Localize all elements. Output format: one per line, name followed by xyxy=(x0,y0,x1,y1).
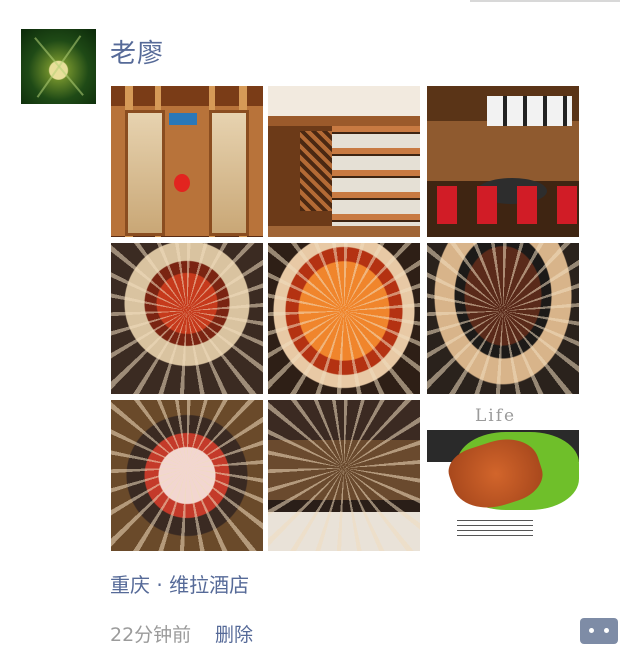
red-chairs xyxy=(437,186,577,224)
skewers xyxy=(427,243,579,394)
photo-bbq-grill-5[interactable] xyxy=(268,400,420,551)
photo-grid: Life xyxy=(111,86,579,551)
post-location[interactable]: 重庆 · 维拉酒店 xyxy=(110,569,249,598)
skewers xyxy=(111,400,263,551)
comment-dot xyxy=(589,628,594,633)
poster-text-lines xyxy=(457,520,533,538)
comment-dot xyxy=(604,628,609,633)
photo-grilled-meat-poster[interactable]: Life xyxy=(427,400,579,551)
photo-bbq-grill-1[interactable] xyxy=(111,243,263,394)
skewers xyxy=(268,400,420,551)
post-username[interactable]: 老廖 xyxy=(110,33,164,70)
photo-wine-shelf[interactable] xyxy=(268,86,420,237)
door-left xyxy=(125,110,165,236)
photo-caption: Life xyxy=(475,406,517,426)
wall-frames xyxy=(487,96,572,126)
door-right xyxy=(209,110,249,236)
door-sign xyxy=(169,113,197,125)
photo-restaurant-entrance[interactable] xyxy=(111,86,263,237)
skewers xyxy=(111,243,263,394)
red-lantern xyxy=(174,174,190,192)
photo-dining-room[interactable] xyxy=(427,86,579,237)
post-time: 22分钟前 xyxy=(110,624,192,646)
delete-link[interactable]: 删除 xyxy=(215,620,253,647)
photo-bbq-grill-2[interactable] xyxy=(268,243,420,394)
avatar[interactable] xyxy=(21,29,96,104)
photo-bbq-grill-4[interactable] xyxy=(111,400,263,551)
skewers xyxy=(268,243,420,394)
top-divider xyxy=(470,0,620,2)
comment-bubble-icon[interactable] xyxy=(580,618,618,644)
bottle-shelf xyxy=(332,126,420,226)
wine-rack xyxy=(300,131,334,211)
photo-bbq-grill-3[interactable] xyxy=(427,243,579,394)
